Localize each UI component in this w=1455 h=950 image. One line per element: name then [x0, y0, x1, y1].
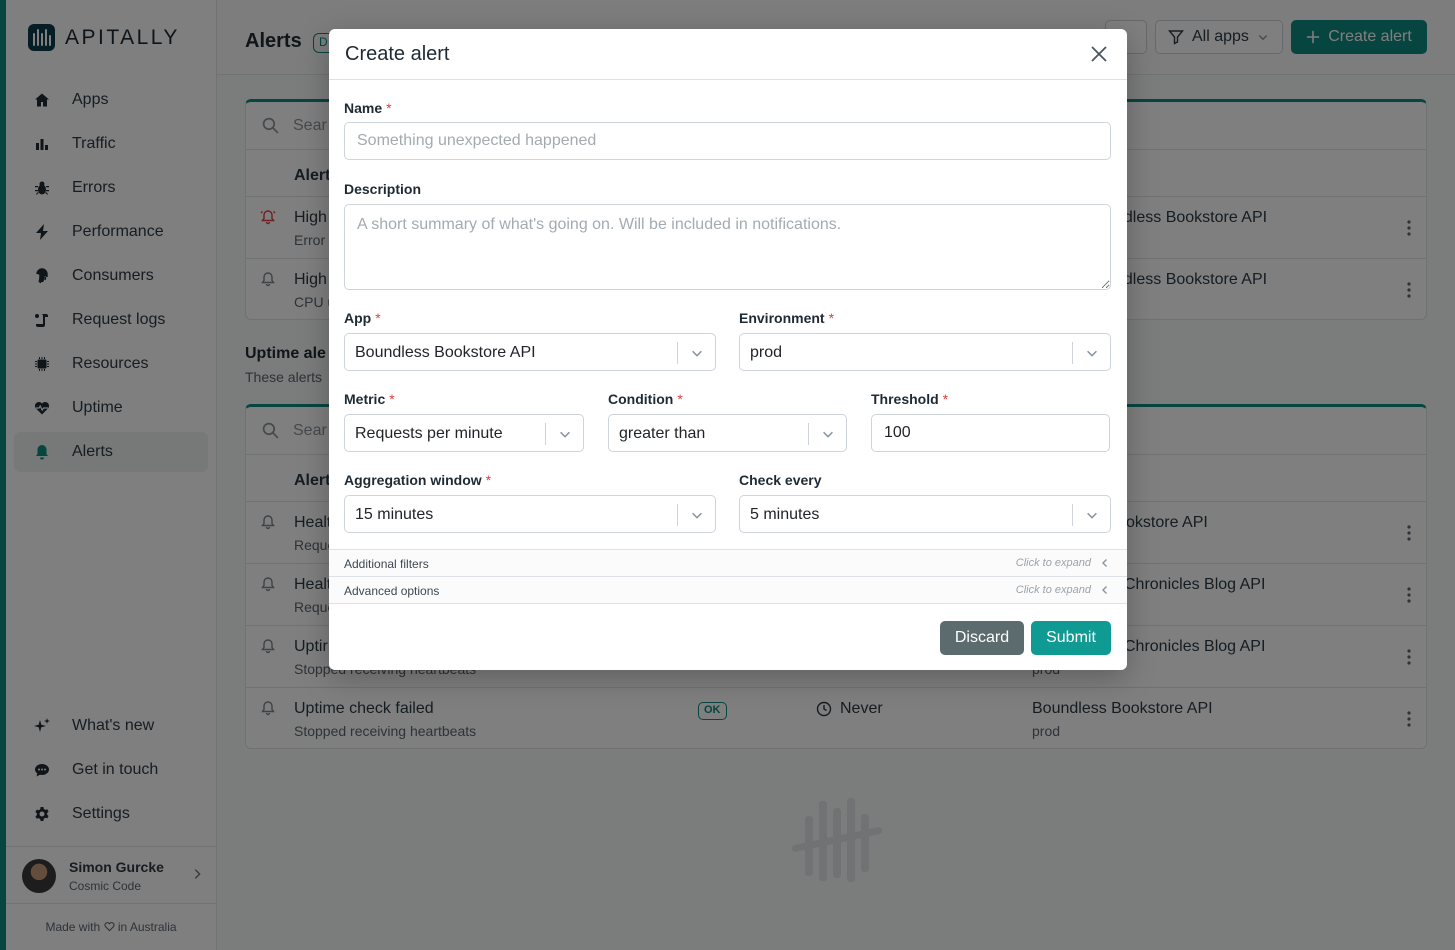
- modal-title: Create alert: [345, 43, 450, 65]
- create-alert-modal: Create alert Name* Description App* Boun…: [329, 29, 1127, 670]
- advanced-options-label: Advanced options: [344, 584, 440, 598]
- select-separator: [1072, 504, 1073, 526]
- check-every-label: Check every: [739, 472, 822, 488]
- metric-label: Metric *: [344, 391, 395, 407]
- chevron-left-icon: [1102, 586, 1107, 594]
- expand-hint: Click to expand: [1015, 584, 1091, 596]
- condition-label: Condition *: [608, 391, 683, 407]
- submit-button[interactable]: Submit: [1031, 621, 1111, 655]
- advanced-options-toggle[interactable]: Advanced options Click to expand: [329, 576, 1127, 603]
- chevron-down-icon: [692, 512, 702, 519]
- check-every-select-value: 5 minutes: [750, 506, 820, 523]
- discard-button[interactable]: Discard: [940, 621, 1024, 655]
- expand-hint: Click to expand: [1015, 557, 1091, 569]
- app-label: App *: [344, 310, 381, 326]
- name-input[interactable]: [344, 122, 1111, 160]
- description-textarea[interactable]: [344, 204, 1111, 290]
- description-label: Description: [344, 181, 422, 197]
- environment-label-text: Environment: [739, 310, 825, 326]
- condition-select-value: greater than: [619, 425, 706, 442]
- threshold-label: Threshold *: [871, 391, 948, 407]
- app-label-text: App: [344, 310, 372, 326]
- modal-header: Create alert: [329, 29, 1127, 80]
- metric-label-text: Metric: [344, 391, 386, 407]
- required-mark: *: [677, 391, 683, 407]
- app-select-value: Boundless Bookstore API: [355, 344, 536, 361]
- chevron-down-icon: [692, 350, 702, 357]
- required-mark: *: [389, 391, 395, 407]
- select-separator: [545, 423, 546, 445]
- aggregation-label-text: Aggregation window: [344, 472, 482, 488]
- condition-label-text: Condition: [608, 391, 674, 407]
- condition-select[interactable]: greater than: [608, 414, 847, 452]
- threshold-input[interactable]: [871, 414, 1110, 452]
- close-icon[interactable]: [1089, 44, 1109, 64]
- environment-select[interactable]: prod: [739, 333, 1111, 371]
- threshold-label-text: Threshold: [871, 391, 939, 407]
- required-mark: *: [485, 472, 492, 488]
- name-label-text: Name: [344, 100, 383, 116]
- app-select[interactable]: Boundless Bookstore API: [344, 333, 716, 371]
- name-label: Name *: [344, 100, 392, 116]
- select-separator: [677, 504, 678, 526]
- additional-filters-toggle[interactable]: Additional filters Click to expand: [329, 549, 1127, 576]
- chevron-down-icon: [823, 431, 833, 438]
- chevron-down-icon: [1087, 350, 1097, 357]
- modal-footer: Discard Submit: [329, 603, 1127, 670]
- metric-select-value: Requests per minute: [355, 425, 503, 442]
- select-separator: [1072, 342, 1073, 364]
- aggregation-window-select[interactable]: 15 minutes: [344, 495, 716, 533]
- aggregation-select-value: 15 minutes: [355, 506, 434, 523]
- metric-select[interactable]: Requests per minute: [344, 414, 584, 452]
- chevron-down-icon: [1087, 512, 1097, 519]
- aggregation-window-label: Aggregation window *: [344, 472, 491, 488]
- required-mark: *: [828, 310, 835, 326]
- check-every-select[interactable]: 5 minutes: [739, 495, 1111, 533]
- chevron-left-icon: [1102, 559, 1107, 567]
- chevron-down-icon: [560, 431, 570, 438]
- environment-select-value: prod: [750, 344, 783, 361]
- select-separator: [808, 423, 809, 445]
- environment-label: Environment *: [739, 310, 834, 326]
- required-mark: *: [375, 310, 381, 326]
- additional-filters-label: Additional filters: [344, 557, 429, 571]
- required-mark: *: [942, 391, 949, 407]
- select-separator: [677, 342, 678, 364]
- required-mark: *: [386, 100, 392, 116]
